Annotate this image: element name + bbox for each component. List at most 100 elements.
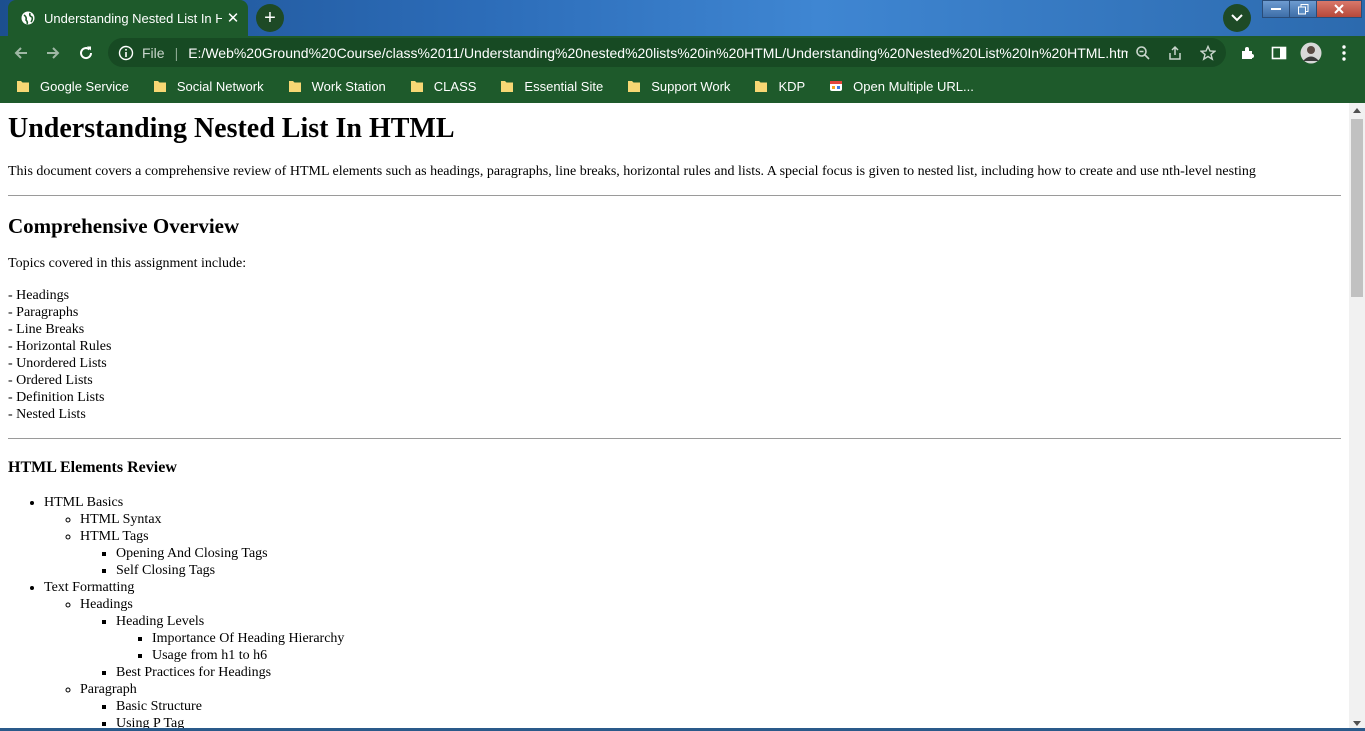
avatar[interactable] — [1299, 41, 1323, 65]
list-item-label: HTML Tags — [80, 529, 149, 544]
bookmark-label: Social Network — [176, 78, 264, 94]
minimize-icon — [1271, 8, 1281, 10]
back-icon[interactable] — [9, 41, 33, 65]
page-viewport: Understanding Nested List In HTML This d… — [0, 103, 1349, 731]
nested-list: Headings Heading Levels Importance Of He… — [44, 596, 1341, 731]
folder-icon — [17, 81, 29, 92]
list-item: Paragraph Basic Structure Using P Tag — [80, 681, 1341, 731]
bookmark-label: Work Station — [311, 78, 386, 94]
list-item: Self Closing Tags — [116, 562, 1341, 579]
scroll-up-icon[interactable] — [1353, 108, 1361, 113]
nested-list: HTML Syntax HTML Tags Opening And Closin… — [44, 511, 1341, 579]
topic-line: - Horizontal Rules — [8, 339, 112, 354]
list-item: Usage from h1 to h6 — [152, 647, 1341, 664]
nested-list: Importance Of Heading Hierarchy Usage fr… — [116, 630, 1341, 664]
bookmark-label: Support Work — [651, 78, 731, 94]
address-separator: | — [174, 44, 179, 61]
list-item: HTML Basics HTML Syntax HTML Tags Openin… — [44, 494, 1341, 579]
list-item: HTML Syntax — [80, 511, 1341, 528]
bookmark-label: KDP — [778, 78, 806, 94]
browser-toolbar: File | E:/Web%20Ground%20Course/class%20… — [0, 36, 1365, 69]
folder-icon — [501, 81, 514, 92]
list-item: Basic Structure — [116, 698, 1341, 715]
scroll-down-icon[interactable] — [1353, 721, 1361, 726]
nested-list: Basic Structure Using P Tag — [80, 698, 1341, 731]
bookmarks-bar: Google Service Social Network Work Stati… — [0, 69, 1365, 103]
forward-icon[interactable] — [41, 41, 65, 65]
bookmark-work-station[interactable]: Work Station — [282, 79, 386, 94]
bookmark-support-work[interactable]: Support Work — [621, 79, 730, 94]
bookmark-label: Open Multiple URL... — [853, 78, 974, 94]
list-item-label: Best Practices for Headings — [116, 665, 272, 680]
folder-icon — [153, 81, 166, 92]
list-item-label: Self Closing Tags — [116, 563, 216, 578]
restore-icon — [1297, 3, 1308, 14]
bookmark-essential-site[interactable]: Essential Site — [494, 79, 603, 94]
extensions-icon[interactable] — [1236, 41, 1260, 65]
bookmark-label: Essential Site — [524, 78, 604, 94]
bookmark-star-icon[interactable] — [1197, 42, 1219, 64]
bookmark-google-service[interactable]: Google Service — [10, 79, 129, 94]
bookmark-label: Google Service — [40, 78, 129, 94]
topic-line: - Paragraphs — [8, 305, 79, 320]
topic-line: - Ordered Lists — [8, 373, 93, 388]
list-item: Best Practices for Headings — [116, 664, 1341, 681]
list-item-label: Importance Of Heading Hierarchy — [152, 631, 345, 646]
list-item: Text Formatting Headings Heading Levels … — [44, 579, 1341, 731]
restore-button[interactable] — [1289, 0, 1317, 18]
list-item: Headings Heading Levels Importance Of He… — [80, 596, 1341, 681]
zoom-icon[interactable] — [1132, 42, 1154, 64]
reload-icon[interactable] — [74, 41, 98, 65]
scroll-thumb[interactable] — [1351, 119, 1363, 297]
new-tab-button[interactable]: + — [256, 4, 284, 32]
list-item: Importance Of Heading Hierarchy — [152, 630, 1341, 647]
address-scheme-label: File — [142, 44, 165, 61]
folder-icon — [628, 81, 641, 92]
list-item-label: Headings — [80, 597, 133, 612]
close-icon — [1334, 4, 1344, 14]
bookmark-social-network[interactable]: Social Network — [147, 79, 264, 94]
bookmark-class[interactable]: CLASS — [404, 78, 477, 94]
intro-paragraph: This document covers a comprehensive rev… — [8, 164, 1256, 179]
list-item-label: Usage from h1 to h6 — [152, 648, 268, 663]
side-panel-icon[interactable] — [1267, 41, 1291, 65]
topic-line: - Headings — [8, 288, 70, 303]
app-icon — [830, 81, 843, 91]
chevron-down-icon — [1231, 14, 1243, 22]
close-window-button[interactable] — [1316, 0, 1362, 18]
list-item-label: Text Formatting — [44, 580, 135, 595]
minimize-button[interactable] — [1262, 0, 1290, 18]
list-item-label: Paragraph — [80, 682, 137, 697]
nested-list: Heading Levels Importance Of Heading Hie… — [80, 613, 1341, 681]
info-icon[interactable] — [116, 43, 136, 63]
address-url[interactable]: E:/Web%20Ground%20Course/class%2011/Unde… — [188, 45, 1128, 61]
nested-list: Opening And Closing Tags Self Closing Ta… — [80, 545, 1341, 579]
topic-line: - Nested Lists — [8, 407, 86, 422]
list-item: Heading Levels Importance Of Heading Hie… — [116, 613, 1341, 664]
globe-icon — [20, 10, 36, 26]
topics-intro: Topics covered in this assignment includ… — [8, 256, 247, 271]
topic-line: - Unordered Lists — [8, 356, 107, 371]
menu-icon[interactable] — [1332, 41, 1356, 65]
list-item: HTML Tags Opening And Closing Tags Self … — [80, 528, 1341, 579]
close-tab-icon[interactable]: ✕ — [224, 9, 242, 27]
list-item: Opening And Closing Tags — [116, 545, 1341, 562]
share-icon[interactable] — [1164, 42, 1186, 64]
list-item-label: Basic Structure — [116, 699, 202, 714]
overview-heading: Comprehensive Overview — [8, 214, 240, 238]
review-heading: HTML Elements Review — [8, 459, 177, 476]
bookmark-kdp[interactable]: KDP — [748, 79, 805, 94]
tab-search-button[interactable] — [1223, 4, 1251, 32]
vertical-scrollbar[interactable] — [1349, 103, 1365, 731]
bookmark-label: CLASS — [433, 78, 477, 94]
horizontal-rule — [8, 195, 1341, 196]
active-tab[interactable]: Understanding Nested List In HTML ✕ — [8, 0, 248, 36]
address-bar[interactable]: File | E:/Web%20Ground%20Course/class%20… — [108, 38, 1226, 67]
bookmark-open-multiple-url[interactable]: Open Multiple URL... — [823, 79, 974, 94]
folder-icon — [755, 81, 768, 92]
topic-line: - Line Breaks — [8, 322, 85, 337]
folder-icon — [410, 81, 423, 92]
list-item-label: HTML Syntax — [80, 512, 162, 527]
topic-line: - Definition Lists — [8, 390, 105, 405]
nested-list: HTML Basics HTML Syntax HTML Tags Openin… — [8, 494, 1341, 731]
